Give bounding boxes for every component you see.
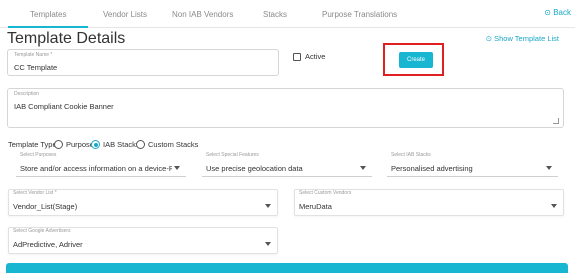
select-custom-vendors-value: MeruData bbox=[299, 202, 332, 211]
active-label: Active bbox=[305, 52, 326, 61]
resize-handle-icon[interactable] bbox=[553, 118, 559, 124]
description-field[interactable]: Description IAB Compliant Cookie Banner bbox=[7, 88, 564, 128]
select-purposes-value: Store and/or access information on a dev… bbox=[20, 164, 172, 173]
show-template-list-link[interactable]: ⊙ Show Template List bbox=[486, 34, 559, 43]
template-name-value: CC Template bbox=[14, 63, 58, 72]
select-custom-vendors-dropdown[interactable]: Select Custom Vendors MeruData bbox=[294, 189, 564, 216]
tab-non-iab-vendors[interactable]: Non IAB Vendors bbox=[172, 10, 233, 19]
radio-iab-stacks[interactable] bbox=[91, 140, 100, 149]
select-google-advertisers-label: Select Google Advertisers bbox=[13, 228, 71, 234]
select-google-advertisers-value: AdPredictive, Adriver bbox=[13, 240, 83, 249]
select-google-advertisers-dropdown[interactable]: Select Google Advertisers AdPredictive, … bbox=[8, 227, 278, 254]
radio-purpose[interactable] bbox=[54, 140, 63, 149]
back-arrow-icon: ⊙ bbox=[485, 34, 492, 43]
description-value: IAB Compliant Cookie Banner bbox=[14, 102, 114, 111]
page-title: Template Details bbox=[7, 30, 126, 47]
tab-purpose-translations[interactable]: Purpose Translations bbox=[322, 10, 397, 19]
radio-custom-stacks-label: Custom Stacks bbox=[148, 140, 199, 149]
back-label: Back bbox=[553, 8, 571, 17]
radio-custom-stacks[interactable] bbox=[136, 140, 145, 149]
chevron-down-icon bbox=[546, 166, 552, 170]
description-label: Description bbox=[14, 91, 40, 97]
select-purposes-dropdown[interactable]: Select Purposes Store and/or access info… bbox=[16, 152, 186, 177]
chevron-down-icon bbox=[265, 204, 271, 208]
tab-vendor-lists[interactable]: Vendor Lists bbox=[103, 10, 147, 19]
select-vendor-list-label: Select Vendor List * bbox=[13, 190, 57, 196]
radio-purpose-label: Purpose bbox=[66, 140, 94, 149]
tab-templates[interactable]: Templates bbox=[30, 10, 66, 19]
tab-stacks[interactable]: Stacks bbox=[263, 10, 287, 19]
select-iab-stacks-dropdown[interactable]: Select IAB Stacks Personalised advertisi… bbox=[387, 152, 558, 177]
active-checkbox[interactable] bbox=[293, 53, 301, 61]
template-type-label: Template Type: bbox=[8, 140, 59, 149]
back-icon: ⊙ bbox=[544, 8, 551, 17]
template-name-label: Template Name * bbox=[14, 52, 53, 58]
create-button-highlight: Create bbox=[383, 43, 444, 76]
select-special-features-label: Select Special Features bbox=[206, 152, 259, 158]
bottom-accent-bar bbox=[6, 263, 568, 273]
chevron-down-icon bbox=[265, 242, 271, 246]
radio-iab-stacks-label: IAB Stacks bbox=[103, 140, 140, 149]
chevron-down-icon bbox=[360, 166, 366, 170]
back-link[interactable]: ⊙ Back bbox=[544, 8, 571, 17]
select-special-features-value: Use precise geolocation data bbox=[206, 164, 303, 173]
select-vendor-list-dropdown[interactable]: Select Vendor List * Vendor_List(Stage) bbox=[8, 189, 278, 216]
select-special-features-dropdown[interactable]: Select Special Features Use precise geol… bbox=[202, 152, 372, 177]
template-name-field[interactable]: Template Name * CC Template bbox=[7, 49, 279, 76]
select-purposes-label: Select Purposes bbox=[20, 152, 57, 158]
select-vendor-list-value: Vendor_List(Stage) bbox=[13, 202, 78, 211]
tab-bar: Templates Vendor Lists Non IAB Vendors S… bbox=[0, 0, 575, 28]
select-custom-vendors-label: Select Custom Vendors bbox=[299, 190, 352, 196]
select-iab-stacks-value: Personalised advertising bbox=[391, 164, 473, 173]
select-iab-stacks-label: Select IAB Stacks bbox=[391, 152, 431, 158]
chevron-down-icon bbox=[551, 204, 557, 208]
create-button[interactable]: Create bbox=[399, 52, 433, 68]
active-tab-indicator bbox=[8, 26, 88, 28]
chevron-down-icon bbox=[174, 166, 180, 170]
show-template-list-label: Show Template List bbox=[494, 34, 559, 43]
